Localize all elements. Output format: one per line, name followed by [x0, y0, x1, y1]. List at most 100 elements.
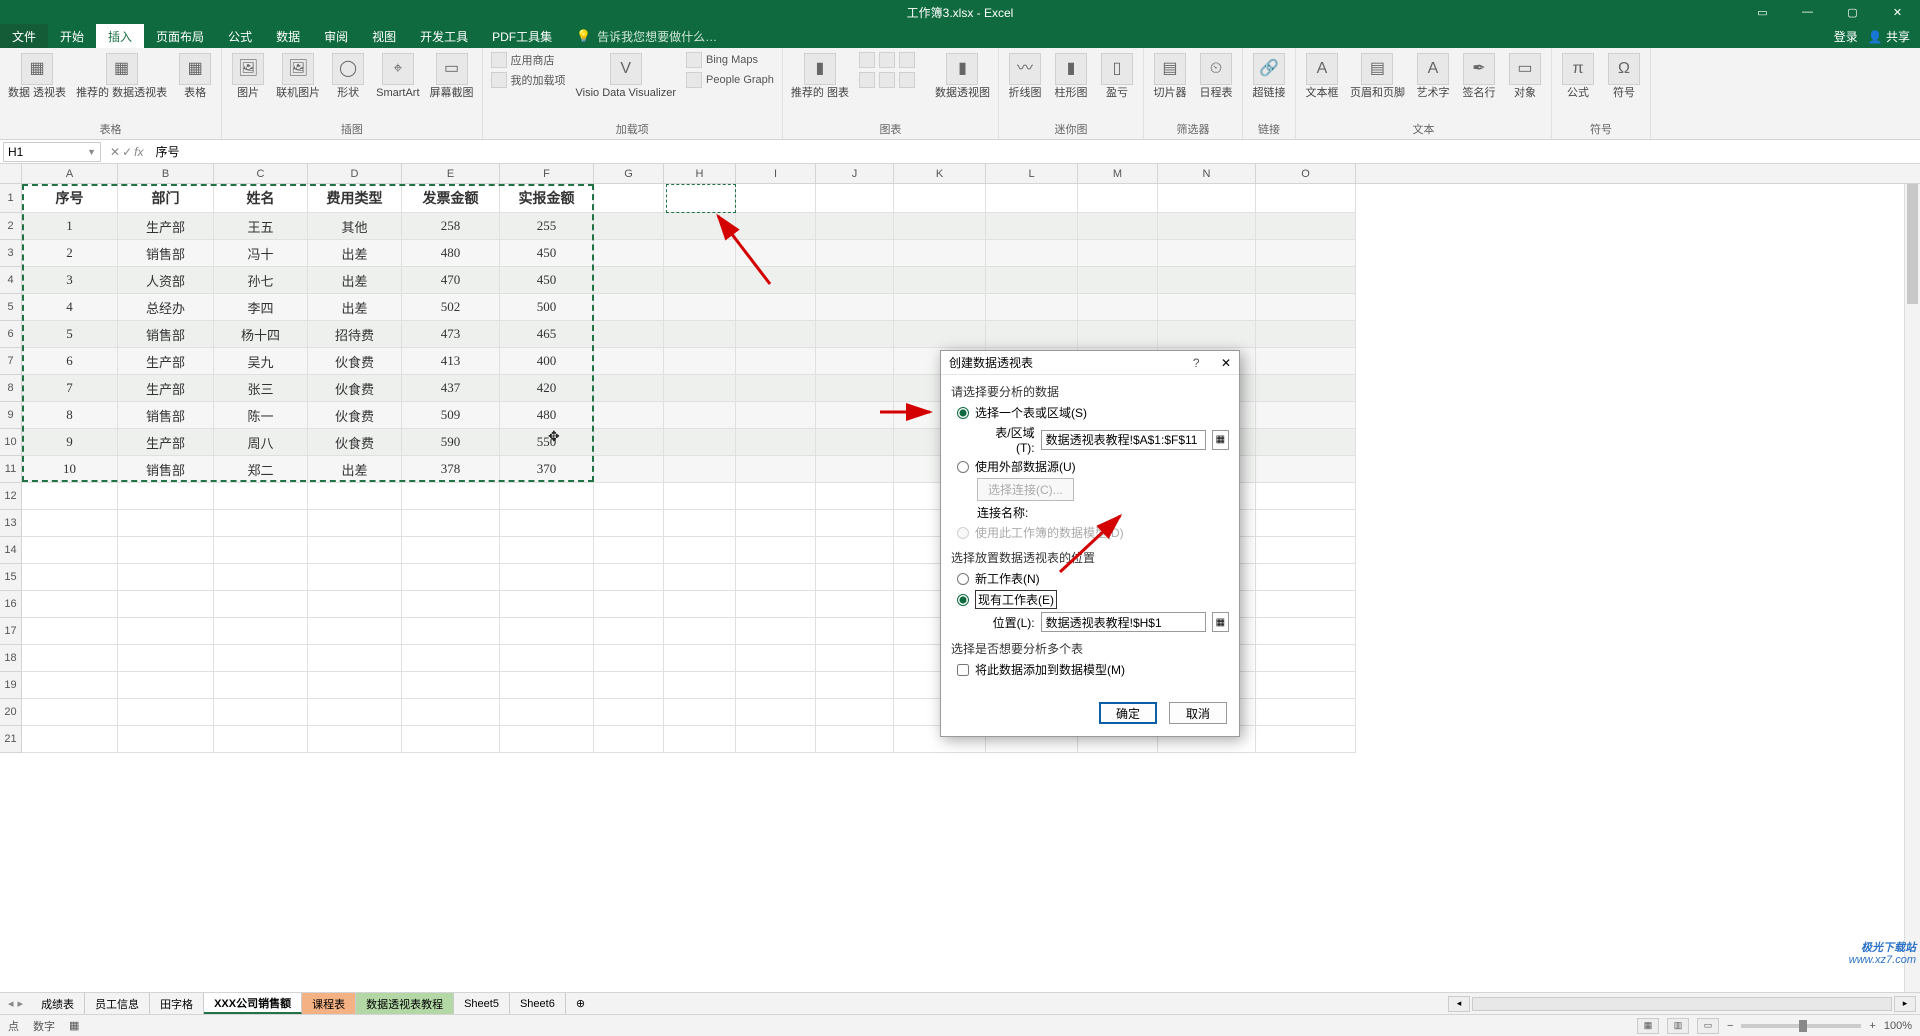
cell[interactable]	[1256, 456, 1356, 483]
cell[interactable]: 465	[500, 321, 594, 348]
cell[interactable]	[22, 591, 118, 618]
row-header[interactable]: 4	[0, 267, 22, 294]
cell[interactable]: 6	[22, 348, 118, 375]
cell[interactable]	[816, 240, 894, 267]
cell[interactable]	[816, 510, 894, 537]
cell[interactable]	[1256, 645, 1356, 672]
cell[interactable]	[594, 184, 664, 213]
cell[interactable]: 伙食费	[308, 429, 402, 456]
cell[interactable]	[118, 618, 214, 645]
cell[interactable]	[402, 645, 500, 672]
col-header[interactable]: J	[816, 164, 894, 183]
cell[interactable]	[664, 510, 736, 537]
cell[interactable]	[500, 618, 594, 645]
cell[interactable]	[500, 564, 594, 591]
range-picker-icon[interactable]: ▦	[1212, 430, 1229, 450]
cell[interactable]	[816, 375, 894, 402]
cell[interactable]	[894, 294, 986, 321]
cell[interactable]: 3	[22, 267, 118, 294]
horizontal-scrollbar[interactable]	[1472, 997, 1892, 1011]
cell[interactable]	[894, 184, 986, 213]
cell[interactable]: 出差	[308, 456, 402, 483]
cell[interactable]: 吴九	[214, 348, 308, 375]
cell[interactable]	[1078, 267, 1158, 294]
cell[interactable]	[500, 645, 594, 672]
col-header[interactable]: N	[1158, 164, 1256, 183]
zoom-level[interactable]: 100%	[1884, 1020, 1912, 1032]
cell[interactable]	[894, 321, 986, 348]
cell[interactable]	[1158, 321, 1256, 348]
cell[interactable]	[1256, 375, 1356, 402]
cell[interactable]	[664, 184, 736, 213]
cell[interactable]: 370	[500, 456, 594, 483]
range-input[interactable]	[1041, 430, 1206, 450]
cell[interactable]	[1256, 321, 1356, 348]
row-header[interactable]: 20	[0, 699, 22, 726]
radio-new-sheet[interactable]	[957, 573, 969, 585]
cell[interactable]	[1256, 184, 1356, 213]
cell[interactable]	[816, 456, 894, 483]
cell[interactable]	[594, 456, 664, 483]
cell[interactable]	[1256, 618, 1356, 645]
vertical-scrollbar[interactable]	[1904, 184, 1920, 992]
sheet-tab[interactable]: 员工信息	[85, 993, 150, 1014]
cell[interactable]: 总经办	[118, 294, 214, 321]
cell[interactable]: 420	[500, 375, 594, 402]
cell[interactable]	[664, 375, 736, 402]
view-pagebreak-icon[interactable]: ▭	[1697, 1018, 1719, 1034]
cell[interactable]	[214, 618, 308, 645]
cell[interactable]	[986, 267, 1078, 294]
cell[interactable]	[118, 564, 214, 591]
cell[interactable]: 郑二	[214, 456, 308, 483]
cell[interactable]	[1078, 294, 1158, 321]
cell[interactable]	[308, 726, 402, 753]
tab-审阅[interactable]: 审阅	[312, 24, 360, 48]
cell[interactable]	[594, 537, 664, 564]
cell[interactable]	[664, 483, 736, 510]
cell[interactable]: 生产部	[118, 375, 214, 402]
cell[interactable]	[1158, 213, 1256, 240]
cell[interactable]: 孙七	[214, 267, 308, 294]
cell[interactable]: 413	[402, 348, 500, 375]
store-button[interactable]: 应用商店	[489, 51, 568, 69]
cell[interactable]	[736, 348, 816, 375]
cell[interactable]	[1256, 429, 1356, 456]
select-all-corner[interactable]	[0, 164, 22, 183]
cell[interactable]	[594, 510, 664, 537]
name-box[interactable]: H1 ▼	[3, 142, 101, 162]
cell[interactable]: 李四	[214, 294, 308, 321]
cell[interactable]: 7	[22, 375, 118, 402]
cell[interactable]	[816, 726, 894, 753]
cell[interactable]	[118, 645, 214, 672]
row-header[interactable]: 15	[0, 564, 22, 591]
cell[interactable]	[594, 375, 664, 402]
cell[interactable]: 10	[22, 456, 118, 483]
cell[interactable]	[22, 699, 118, 726]
zoom-out-button[interactable]: −	[1727, 1020, 1733, 1032]
cell[interactable]	[816, 321, 894, 348]
table-button[interactable]: ▦表格	[175, 51, 215, 101]
cell[interactable]	[594, 294, 664, 321]
cell[interactable]: 8	[22, 402, 118, 429]
cell[interactable]	[986, 294, 1078, 321]
cell[interactable]	[736, 483, 816, 510]
row-header[interactable]: 9	[0, 402, 22, 429]
cancel-button[interactable]: 取消	[1169, 702, 1227, 724]
cell[interactable]	[118, 672, 214, 699]
cell[interactable]	[594, 348, 664, 375]
cell[interactable]	[594, 429, 664, 456]
sheet-tab[interactable]: Sheet5	[454, 993, 510, 1014]
col-header[interactable]: H	[664, 164, 736, 183]
cell[interactable]	[816, 429, 894, 456]
tab-开始[interactable]: 开始	[48, 24, 96, 48]
row-header[interactable]: 2	[0, 213, 22, 240]
cell[interactable]	[736, 429, 816, 456]
tab-PDF工具集[interactable]: PDF工具集	[480, 24, 564, 48]
cell[interactable]: 450	[500, 240, 594, 267]
cell[interactable]	[736, 510, 816, 537]
cell[interactable]: 509	[402, 402, 500, 429]
col-header[interactable]: B	[118, 164, 214, 183]
cell[interactable]	[500, 483, 594, 510]
cell[interactable]	[816, 348, 894, 375]
sparkline-column-button[interactable]: ▮柱形图	[1051, 51, 1091, 101]
